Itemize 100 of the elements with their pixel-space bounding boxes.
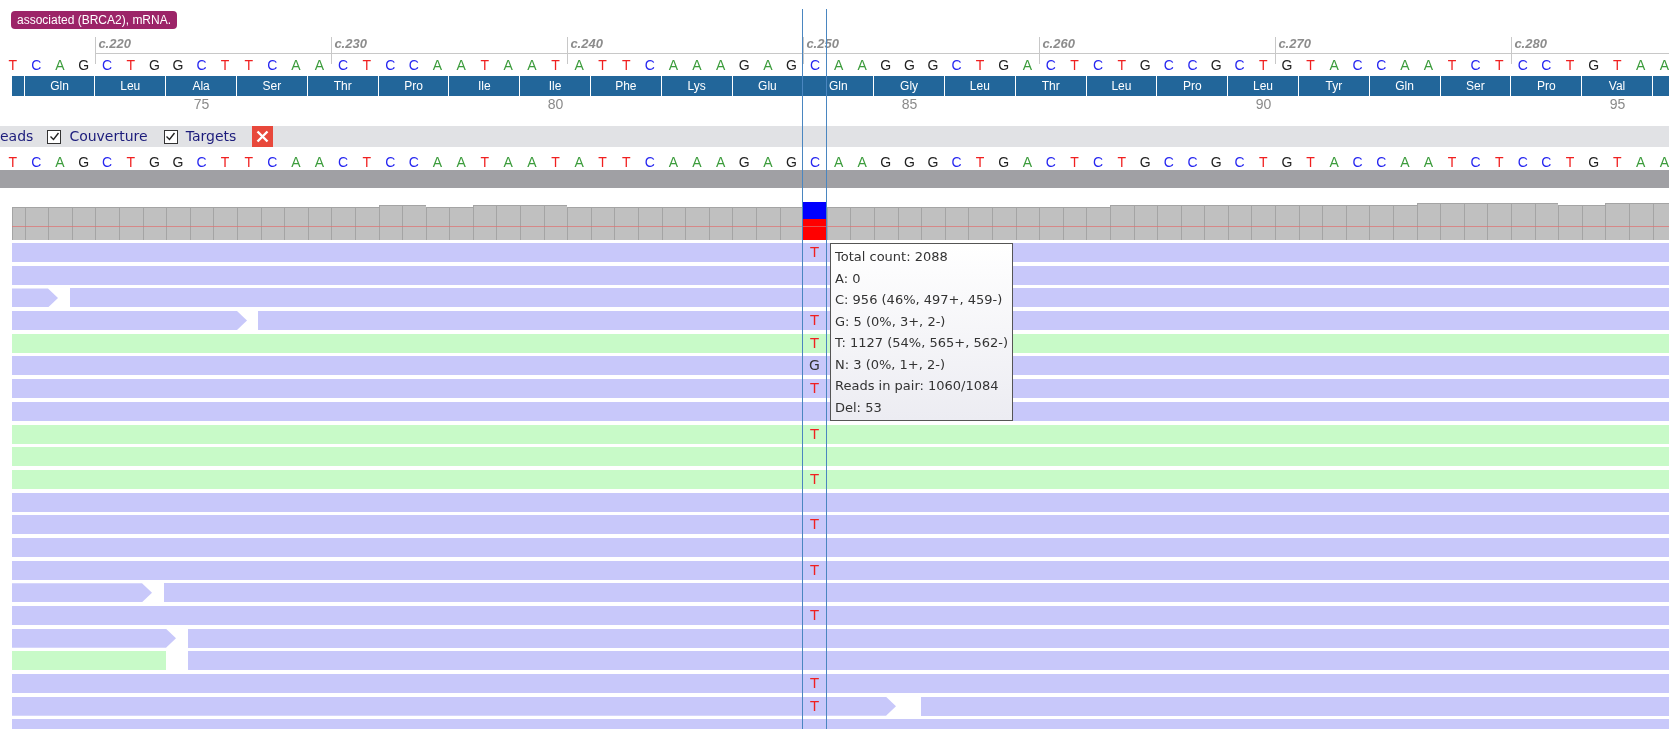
base-letter: T [1564, 56, 1576, 75]
base-letter: T [1116, 56, 1127, 75]
read-bar[interactable] [12, 447, 1669, 467]
tooltip-line: Del: 53 [835, 398, 883, 417]
coverage-bar [1015, 207, 1040, 240]
tooltip-line: C: 956 (46%, 497+, 459-) [835, 291, 1004, 309]
base-letter: A [832, 153, 845, 170]
base-letter: C [950, 153, 963, 170]
base-letter: C [1044, 153, 1057, 170]
base-letter: T [974, 153, 986, 170]
close-button[interactable] [252, 126, 274, 147]
read-bar[interactable] [12, 333, 1669, 353]
mismatch-base: T [809, 311, 820, 331]
read-bar[interactable] [12, 537, 1669, 557]
mismatch-base: T [809, 379, 820, 399]
read-bar[interactable] [12, 379, 1669, 399]
read-bar[interactable] [12, 515, 1669, 535]
base-letter: T [1611, 153, 1623, 170]
read-bar[interactable] [12, 606, 1669, 625]
coverage-bar [1581, 205, 1606, 240]
base-letter: A [1328, 153, 1340, 170]
amino-acid-block: Pro [378, 76, 450, 96]
read-bar[interactable] [188, 651, 1669, 671]
codon-number: 80 [547, 96, 564, 112]
base-letter: A [1422, 153, 1435, 170]
coverage-bar [638, 207, 662, 240]
read-bar[interactable] [164, 583, 1669, 603]
amino-acid-block: Glu [732, 76, 804, 96]
base-letter: C [1162, 153, 1175, 170]
amino-acid-block: Gln [1369, 76, 1441, 96]
coverage-bar [1534, 203, 1559, 240]
base-letter: A [762, 153, 774, 170]
base-letter: C [337, 56, 350, 75]
base-letter: G [1280, 56, 1294, 75]
amino-acid-block: Lys [661, 76, 733, 96]
base-letter: C [1375, 153, 1388, 170]
base-letter: A [1635, 153, 1647, 170]
base-letter: C [266, 153, 279, 170]
base-letter: C [808, 153, 822, 170]
base-letter: T [479, 56, 490, 75]
base-letter: G [737, 56, 751, 75]
base-letter: G [1138, 56, 1152, 75]
base-letter: C [337, 153, 350, 170]
tooltip-line: N: 3 (0%, 1+, 2-) [835, 355, 947, 374]
read-bar[interactable] [12, 628, 176, 648]
base-letter: C [384, 153, 397, 170]
base-letter: A [856, 153, 868, 170]
cursor-coverage-bar [803, 202, 827, 240]
read-bar[interactable] [12, 469, 1669, 489]
base-letter: C [407, 56, 420, 75]
coverage-bar [1133, 205, 1158, 240]
gene-label[interactable]: associated (BRCA2), mRNA. [11, 11, 178, 29]
read-bar[interactable] [70, 288, 1669, 308]
read-bar[interactable] [12, 696, 896, 716]
base-letter: A [856, 56, 868, 75]
base-letter: C [643, 56, 656, 75]
base-letter: T [597, 56, 608, 75]
coverage-bar [95, 207, 119, 240]
read-bar[interactable] [12, 651, 166, 671]
ruler-label: c.240 [570, 36, 603, 52]
base-letter: T [1305, 153, 1316, 170]
track-checkbox[interactable]: Couverture [47, 126, 148, 147]
codon-number: 75 [193, 96, 210, 112]
base-letter: T [361, 153, 372, 170]
base-letter: A [1658, 153, 1669, 170]
mismatch-base: T [809, 243, 820, 262]
coverage-bar [1440, 203, 1464, 240]
coverage-bar [567, 207, 591, 240]
base-letter: A [691, 153, 703, 170]
read-bar[interactable] [12, 311, 247, 331]
coverage-bar [1275, 205, 1299, 240]
coverage-bar [1487, 203, 1511, 240]
base-letter: A [667, 56, 680, 75]
read-bar[interactable] [921, 696, 1669, 716]
coverage-bar [685, 207, 709, 240]
track-checkbox[interactable]: Targets [163, 126, 237, 147]
coverage-bar [1180, 205, 1205, 240]
read-bar[interactable] [12, 288, 58, 308]
read-bar[interactable] [188, 628, 1669, 648]
base-letter: C [101, 153, 114, 170]
mismatch-base: T [809, 469, 820, 489]
read-bar[interactable] [12, 583, 152, 603]
coverage-bar [496, 205, 521, 240]
read-bar[interactable] [12, 424, 1669, 444]
base-letter: T [125, 56, 137, 75]
coverage-bar [921, 207, 945, 240]
mismatch-base: T [809, 606, 820, 625]
amino-acid-block: Ile [520, 76, 591, 96]
reads-label[interactable]: eads [0, 126, 34, 147]
read-bar[interactable] [12, 492, 1669, 512]
read-bar[interactable] [12, 674, 1669, 694]
base-letter: A [1635, 56, 1647, 75]
coverage-bar [543, 205, 568, 240]
codon-number: 85 [901, 96, 918, 112]
read-bar[interactable] [12, 560, 1669, 580]
coverage-bar [189, 207, 214, 240]
base-letter: T [1069, 153, 1080, 170]
base-letter: C [643, 153, 656, 170]
base-letter: A [431, 56, 444, 75]
base-letter: T [1116, 153, 1127, 170]
